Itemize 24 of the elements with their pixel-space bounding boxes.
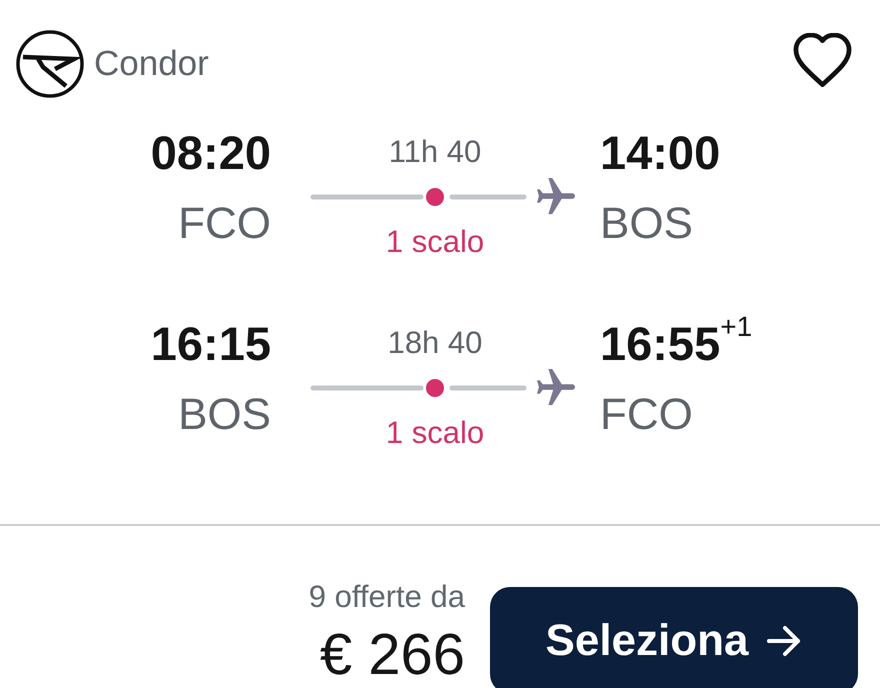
arrival-airport: FCO [600, 389, 694, 441]
departure-airport: BOS [177, 389, 271, 441]
price-amount: € 266 [320, 622, 465, 688]
departure-time: 16:15 [150, 316, 271, 372]
airline-name: Condor [94, 43, 209, 85]
arrival-airport: BOS [600, 198, 694, 250]
airline-logo-icon [14, 30, 86, 98]
stops-count: 1 scalo [384, 223, 486, 261]
heart-icon[interactable] [793, 33, 852, 87]
stop-dot-icon [426, 188, 444, 206]
arrival-time: 14:00 [600, 125, 720, 181]
stops-count: 1 scalo [384, 414, 486, 452]
arrow-right-icon [766, 624, 802, 656]
select-button[interactable]: Seleziona [490, 587, 858, 688]
arrival-time: 16:55 [600, 316, 720, 372]
flight-duration: 11h 40 [388, 133, 482, 171]
offers-count: 9 offerte da [308, 578, 465, 616]
day-offset: +1 [720, 312, 752, 342]
flight-duration: 18h 40 [386, 324, 484, 362]
departure-time: 08:20 [150, 125, 271, 181]
airplane-icon [537, 178, 575, 216]
airplane-icon [537, 369, 575, 407]
departure-airport: FCO [177, 198, 271, 250]
stop-dot-icon [426, 379, 444, 397]
